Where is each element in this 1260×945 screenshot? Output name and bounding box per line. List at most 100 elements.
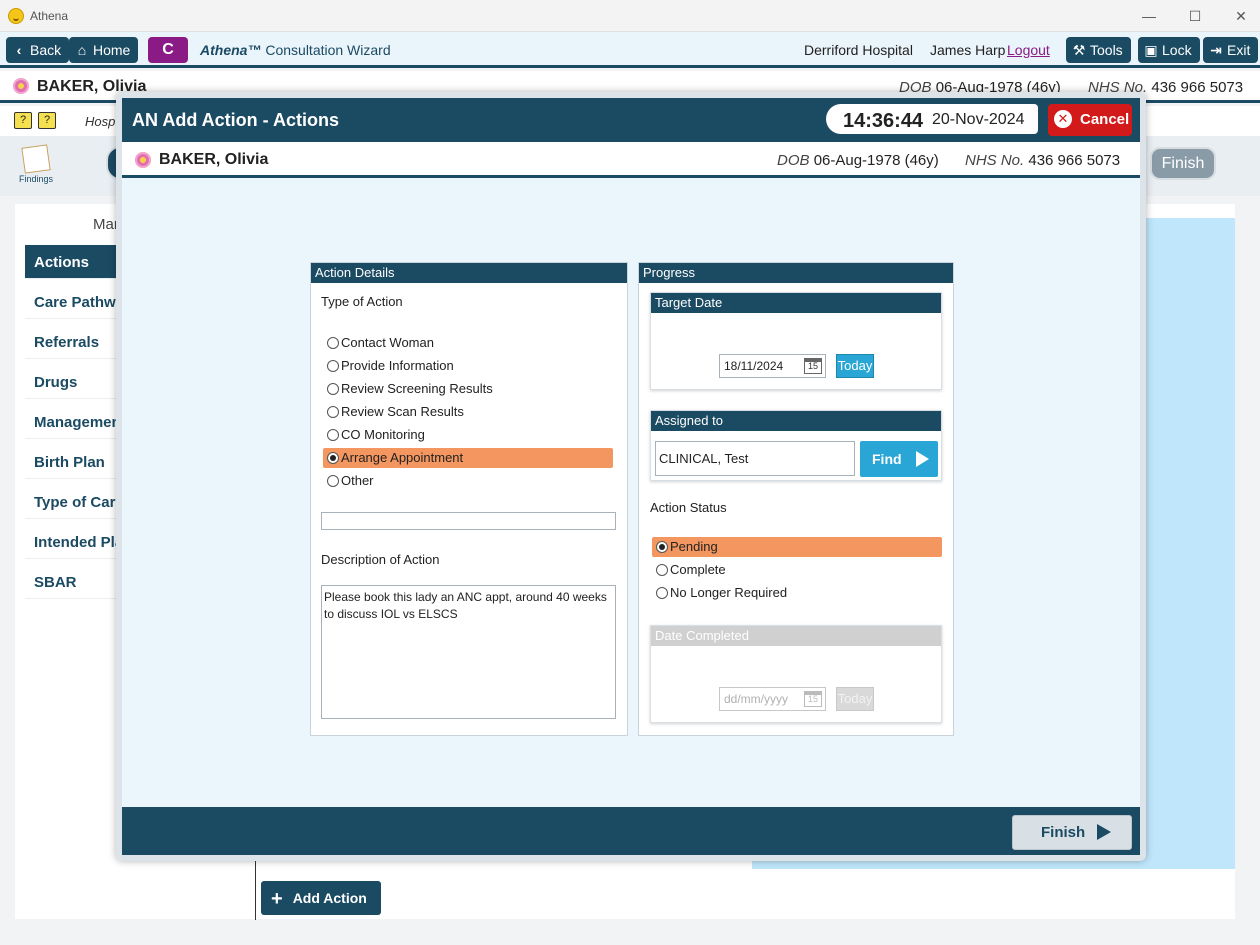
radio-provide-information[interactable]: Provide Information (323, 356, 613, 376)
finish-button[interactable]: Finish (1012, 815, 1132, 850)
radio-dot (656, 541, 668, 553)
action-status-label: Action Status (650, 500, 727, 515)
radio-contact-woman[interactable]: Contact Woman (323, 333, 613, 353)
target-date-value: 18/11/2024 (724, 359, 784, 373)
add-action-label: Add Action (292, 890, 367, 906)
find-button[interactable]: Find (860, 441, 938, 477)
dialog-title: AN Add Action - Actions (132, 110, 339, 130)
plus-icon: + (271, 888, 283, 910)
wizard-title: Athena™ Consultation Wizard (200, 42, 391, 58)
app-toolbar: ‹ Back ⌂ Home C Athena™ Consultation Wizar… (0, 32, 1260, 68)
sidebar-item-intended-place[interactable]: Intended Place (25, 525, 125, 559)
cancel-button[interactable]: ✕ Cancel (1048, 104, 1132, 136)
status-label: Complete (670, 562, 726, 577)
radio-arrange-appointment[interactable]: Arrange Appointment (323, 448, 613, 468)
progress-panel: Progress Target Date 18/11/2024 15 Today… (638, 262, 954, 736)
dialog-patient-dob: DOB 06-Aug-1978 (46y) (777, 152, 939, 169)
clock-time: 14:36:44 (843, 110, 924, 132)
sidebar-item-type-of-care[interactable]: Type of Care (25, 485, 125, 519)
option-label: Review Screening Results (341, 381, 493, 396)
radio-dot (327, 429, 339, 441)
minimize-button[interactable]: — (1139, 6, 1159, 26)
sidebar-item-referrals[interactable]: Referrals (25, 325, 125, 359)
date-completed-header: Date Completed (651, 626, 941, 646)
logout-link[interactable]: Logout (1007, 42, 1050, 58)
add-action-button[interactable]: + Add Action (261, 881, 381, 915)
alert-icon: ? (14, 112, 32, 129)
radio-dot (327, 383, 339, 395)
option-label: Contact Woman (341, 335, 434, 350)
radio-dot (327, 452, 339, 464)
dialog-patient-banner: BAKER, Olivia DOB 06-Aug-1978 (46y) NHS … (122, 142, 1140, 178)
radio-review-scan-results[interactable]: Review Scan Results (323, 402, 613, 422)
tools-button[interactable]: ⚒ Tools (1066, 37, 1131, 63)
nhs-value: 436 966 5073 (1151, 79, 1244, 96)
completed-today-button: Today (836, 687, 874, 711)
date-completed-placeholder: dd/mm/yyyy (724, 692, 789, 706)
maximize-button[interactable]: ☐ (1185, 6, 1205, 26)
radio-other[interactable]: Other (323, 471, 613, 491)
radio-dot (656, 564, 668, 576)
dob-value: 06-Aug-1978 (46y) (813, 152, 939, 169)
background-hospital-text: Hosp (85, 114, 116, 129)
option-label: Other (341, 473, 374, 488)
dialog-footer: Finish (122, 807, 1140, 855)
target-today-button[interactable]: Today (836, 354, 874, 378)
sidebar-item-drugs[interactable]: Drugs (25, 365, 125, 399)
status-label: Pending (670, 539, 718, 554)
clock-display: 14:36:44 20-Nov-2024 (826, 104, 1038, 134)
findings-label: Findings (18, 174, 54, 184)
progress-header: Progress (639, 263, 953, 283)
description-textarea[interactable]: Please book this lady an ANC appt, aroun… (321, 585, 616, 719)
background-divider (255, 860, 256, 920)
sidebar-item-management[interactable]: Management (25, 405, 125, 439)
target-date-panel: Target Date 18/11/2024 15 Today (650, 292, 942, 390)
sidebar-item-care-pathways[interactable]: Care Pathways (25, 285, 125, 319)
cancel-label: Cancel (1080, 111, 1130, 128)
back-button[interactable]: ‹ Back (6, 37, 70, 63)
action-details-header: Action Details (311, 263, 627, 283)
wizard-name: Consultation Wizard (265, 42, 391, 58)
findings-button[interactable]: Findings (18, 144, 54, 188)
radio-review-screening-results[interactable]: Review Screening Results (323, 379, 613, 399)
nhs-value: 436 966 5073 (1028, 152, 1121, 169)
home-label: Home (93, 42, 131, 58)
clock-date: 20-Nov-2024 (932, 111, 1025, 128)
close-window-button[interactable]: ✕ (1231, 6, 1251, 26)
user-name: James Harp (930, 42, 1006, 58)
hospital-name: Derriford Hospital (804, 42, 913, 58)
dialog-body: AN Add Action - Actions 14:36:44 20-Nov-… (122, 98, 1140, 855)
radio-status-no-longer-required[interactable]: No Longer Required (652, 583, 942, 603)
date-completed-field[interactable]: dd/mm/yyyy 15 (719, 687, 826, 711)
athena-logo-icon (8, 8, 24, 24)
target-date-header: Target Date (651, 293, 941, 313)
exit-button[interactable]: ⇥ Exit (1203, 37, 1259, 63)
assigned-to-input[interactable]: CLINICAL, Test (655, 441, 855, 476)
radio-status-complete[interactable]: Complete (652, 560, 942, 580)
back-label: Back (30, 42, 62, 58)
lock-icon: ▣ (1144, 42, 1158, 58)
window-titlebar: Athena — ☐ ✕ (0, 0, 1260, 32)
wrench-icon: ⚒ (1072, 42, 1086, 58)
c-button[interactable]: C (148, 37, 188, 63)
radio-dot (327, 360, 339, 372)
find-label: Find (872, 451, 902, 467)
lock-button[interactable]: ▣ Lock (1138, 37, 1200, 63)
calendar-icon[interactable]: 15 (804, 358, 822, 374)
radio-dot (656, 587, 668, 599)
radio-status-pending[interactable]: Pending (652, 537, 942, 557)
close-icon: ✕ (1054, 110, 1072, 128)
other-action-input[interactable] (321, 512, 616, 530)
home-icon: ⌂ (77, 42, 87, 58)
target-date-field[interactable]: 18/11/2024 15 (719, 354, 826, 378)
home-button[interactable]: ⌂ Home (69, 37, 139, 63)
lock-label: Lock (1162, 42, 1192, 58)
sidebar-item-actions[interactable]: Actions (25, 245, 125, 279)
background-finish-button[interactable]: Finish (1150, 147, 1216, 180)
sidebar-item-sbar[interactable]: SBAR (25, 565, 125, 599)
radio-co-monitoring[interactable]: CO Monitoring (323, 425, 613, 445)
window-title: Athena (30, 9, 69, 23)
sidebar-item-birth-plan[interactable]: Birth Plan (25, 445, 125, 479)
description-label: Description of Action (321, 552, 440, 567)
dialog-patient-name: BAKER, Olivia (159, 151, 269, 168)
